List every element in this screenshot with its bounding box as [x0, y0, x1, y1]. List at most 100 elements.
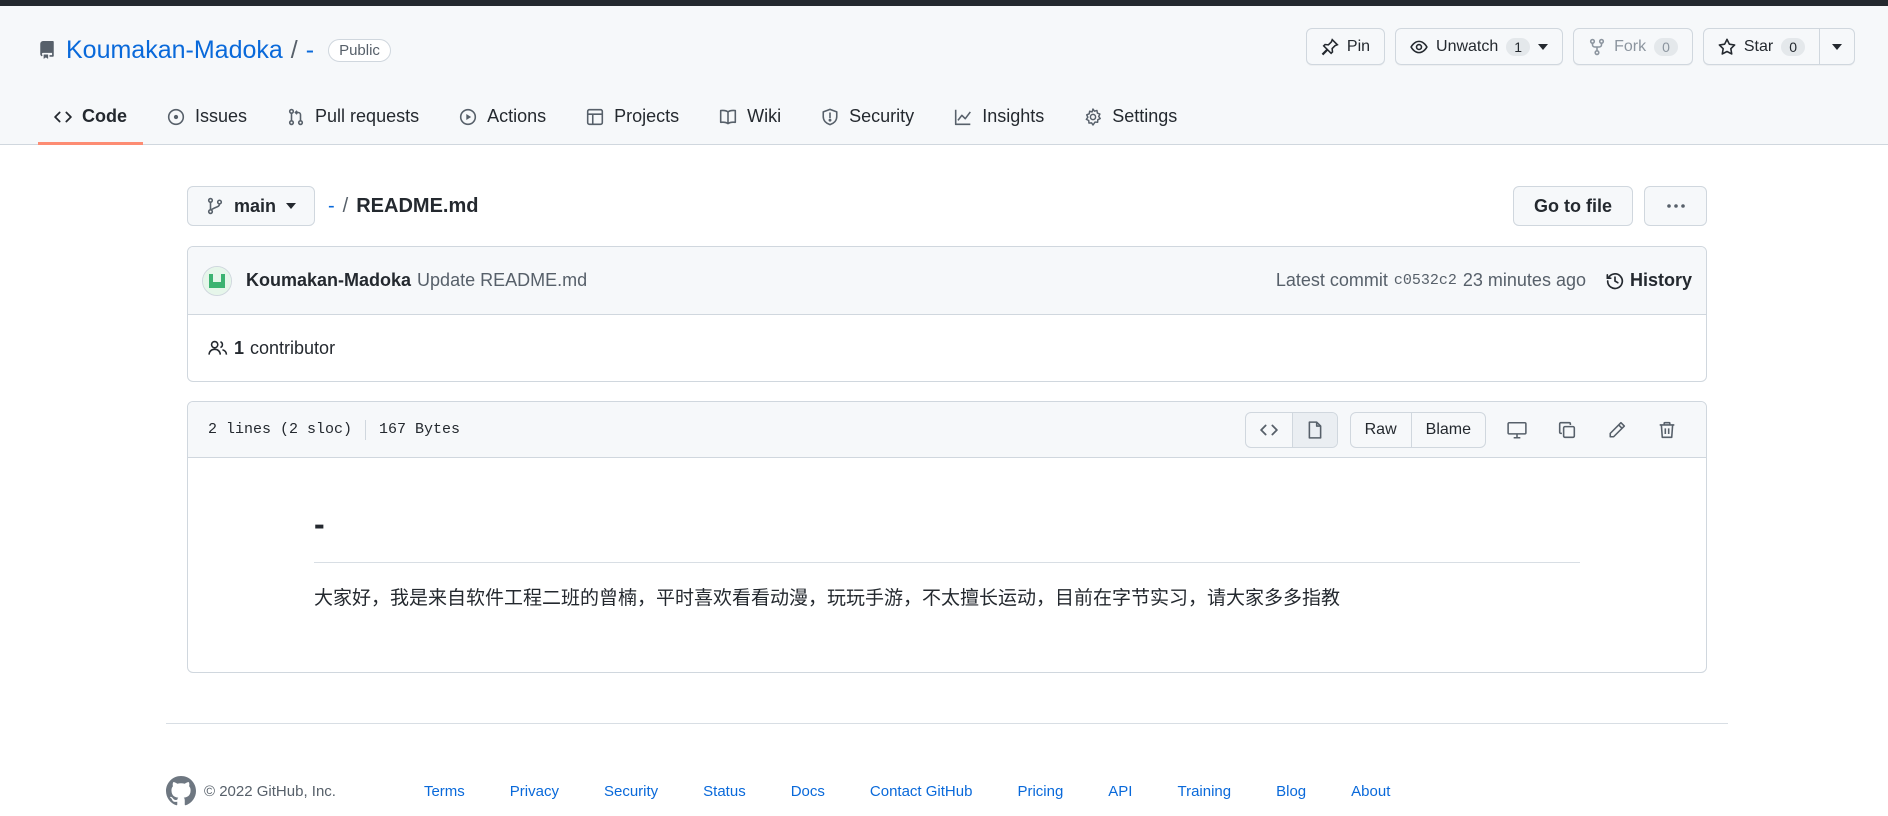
copy-icon — [1558, 421, 1576, 439]
repo-icon — [38, 40, 56, 60]
repo-header: Koumakan-Madoka / - Public Pin Unwatch 1 — [0, 6, 1888, 145]
repo-nav-tabs: Code Issues Pull requests Actions Projec… — [38, 91, 1201, 145]
footer: © 2022 GitHub, Inc. Terms Privacy Securi… — [166, 773, 1728, 809]
play-icon — [459, 108, 477, 126]
repo-name-link[interactable]: - — [306, 36, 314, 65]
footer-link-terms[interactable]: Terms — [424, 783, 465, 800]
contributors-label: contributor — [250, 337, 336, 358]
delete-button[interactable] — [1648, 412, 1686, 448]
star-icon — [1718, 38, 1736, 56]
tab-projects[interactable]: Projects — [570, 91, 695, 145]
footer-link-privacy[interactable]: Privacy — [510, 783, 559, 800]
star-label: Star — [1743, 37, 1774, 55]
book-icon — [719, 108, 737, 126]
avatar[interactable] — [202, 265, 232, 296]
copy-button[interactable] — [1548, 412, 1586, 448]
footer-copyright: © 2022 GitHub, Inc. — [166, 776, 336, 806]
kebab-horizontal-icon — [1666, 203, 1686, 209]
github-mark-icon[interactable] — [166, 776, 196, 806]
tab-pull-requests[interactable]: Pull requests — [271, 91, 435, 145]
code-icon — [1259, 421, 1278, 439]
footer-link-training[interactable]: Training — [1177, 783, 1231, 800]
eye-icon — [1410, 38, 1428, 56]
footer-link-api[interactable]: API — [1108, 783, 1132, 800]
branch-name: main — [234, 195, 277, 216]
repo-forked-icon — [1588, 38, 1606, 56]
file-tools: Raw Blame — [1244, 411, 1686, 448]
commit-sha[interactable]: c0532c2 — [1394, 272, 1457, 289]
branch-select-button[interactable]: main — [187, 186, 316, 226]
device-desktop-icon — [1507, 421, 1527, 439]
tab-projects-label: Projects — [614, 106, 680, 126]
issue-opened-icon — [167, 108, 185, 126]
repo-actions: Pin Unwatch 1 Fork 0 Star 0 — [1305, 28, 1855, 65]
go-to-file-button[interactable]: Go to file — [1513, 186, 1633, 226]
commit-box: Koumakan-Madoka Update README.md Latest … — [187, 246, 1707, 382]
raw-button[interactable]: Raw — [1351, 413, 1411, 447]
trash-icon — [1658, 421, 1676, 439]
latest-commit-row: Koumakan-Madoka Update README.md Latest … — [188, 247, 1706, 315]
contributors-row[interactable]: 1 contributor — [188, 315, 1706, 381]
star-list-dropdown[interactable] — [1819, 29, 1854, 64]
tab-insights[interactable]: Insights — [938, 91, 1060, 145]
visibility-badge: Public — [328, 38, 391, 62]
commit-message[interactable]: Update README.md — [417, 270, 587, 291]
pin-icon — [1321, 37, 1339, 56]
table-icon — [586, 108, 604, 126]
tab-issues[interactable]: Issues — [151, 91, 263, 145]
star-button[interactable]: Star 0 — [1704, 29, 1819, 64]
footer-link-about[interactable]: About — [1351, 783, 1390, 800]
tab-security[interactable]: Security — [805, 91, 930, 145]
unwatch-label: Unwatch — [1436, 37, 1499, 55]
code-view-button[interactable] — [1246, 413, 1292, 447]
footer-link-docs[interactable]: Docs — [791, 783, 825, 800]
tab-code[interactable]: Code — [38, 91, 143, 145]
file-info-divider — [365, 419, 367, 440]
pin-button[interactable]: Pin — [1305, 28, 1386, 65]
more-options-button[interactable] — [1644, 186, 1707, 226]
readme-heading: - — [314, 508, 1580, 563]
breadcrumb-separator: / — [342, 194, 349, 217]
footer-link-blog[interactable]: Blog — [1276, 783, 1306, 800]
repo-owner-link[interactable]: Koumakan-Madoka — [66, 36, 283, 65]
footer-link-status[interactable]: Status — [703, 783, 746, 800]
fork-button[interactable]: Fork 0 — [1573, 28, 1693, 65]
edit-button[interactable] — [1598, 412, 1636, 448]
contributors-count: 1 — [234, 337, 245, 358]
history-icon — [1606, 272, 1624, 290]
tab-security-label: Security — [849, 106, 915, 126]
blame-button[interactable]: Blame — [1410, 412, 1485, 447]
commit-time: 23 minutes ago — [1462, 270, 1586, 290]
tab-actions[interactable]: Actions — [443, 91, 562, 145]
breadcrumb-repo-link[interactable]: - — [328, 195, 335, 218]
file-line-count: 2 lines (2 sloc) — [208, 421, 353, 438]
tab-code-label: Code — [82, 106, 127, 126]
footer-link-security[interactable]: Security — [604, 783, 658, 800]
tab-wiki-label: Wiki — [747, 106, 782, 126]
footer-divider — [166, 723, 1728, 724]
history-link[interactable]: History — [1606, 270, 1692, 291]
commit-author[interactable]: Koumakan-Madoka — [246, 270, 411, 291]
copyright-text: © 2022 GitHub, Inc. — [204, 782, 336, 800]
view-toggle — [1244, 411, 1338, 448]
preview-button[interactable] — [1291, 412, 1337, 447]
pin-label: Pin — [1346, 37, 1371, 55]
chevron-down-icon — [1538, 43, 1549, 50]
tab-settings[interactable]: Settings — [1068, 91, 1193, 145]
file-size: 167 Bytes — [379, 421, 461, 438]
watch-counter: 1 — [1506, 37, 1531, 56]
history-label: History — [1629, 270, 1692, 290]
code-icon — [54, 108, 72, 126]
unwatch-button[interactable]: Unwatch 1 — [1395, 28, 1564, 65]
desktop-button[interactable] — [1498, 412, 1536, 448]
star-counter: 0 — [1781, 37, 1805, 56]
git-branch-icon — [206, 197, 224, 215]
breadcrumb-file-name: README.md — [356, 194, 479, 217]
file-navigation: main - / README.md Go to file — [187, 186, 1707, 226]
footer-link-contact[interactable]: Contact GitHub — [870, 783, 973, 800]
footer-link-pricing[interactable]: Pricing — [1017, 783, 1063, 800]
pencil-icon — [1608, 421, 1626, 439]
file-icon — [1307, 420, 1323, 439]
star-button-group: Star 0 — [1702, 28, 1855, 65]
tab-wiki[interactable]: Wiki — [703, 91, 797, 145]
